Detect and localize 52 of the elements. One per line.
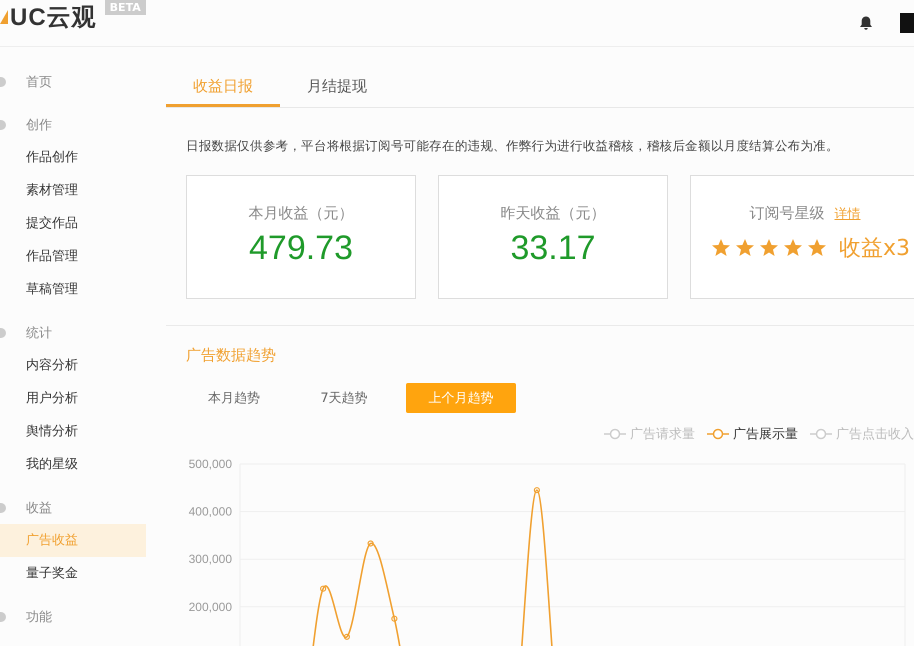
logo-text: UC云观 (10, 3, 97, 33)
sidebar-item[interactable]: 舆情分析 (0, 415, 146, 448)
data-point (320, 586, 326, 592)
star-icon (759, 238, 779, 258)
section-icon (0, 120, 6, 130)
star-icon (783, 238, 803, 258)
stat-value: 479.73 (249, 229, 353, 268)
section-icon (0, 76, 6, 86)
section-icon (0, 612, 6, 622)
sidebar-item[interactable]: 素材管理 (0, 174, 146, 207)
data-point (368, 540, 374, 547)
legend-line-icon (707, 428, 729, 440)
axis-label: 500,000 (188, 457, 232, 471)
sidebar-item[interactable]: 用户分析 (0, 382, 146, 415)
axis-label: 300,000 (188, 552, 232, 566)
sidebar-item[interactable]: 作品创作 (0, 141, 146, 174)
stat-value: 33.17 (510, 229, 596, 268)
data-point (534, 487, 540, 494)
logo-mark-icon (0, 10, 8, 24)
section-icon (0, 502, 6, 512)
section-title: 创作 (26, 116, 52, 134)
data-point (391, 616, 398, 622)
sidebar-item[interactable]: 作品管理 (0, 240, 146, 273)
tab[interactable]: 月结提现 (280, 65, 394, 107)
stat-value: 收益x3 (839, 235, 910, 263)
legend-item[interactable]: 广告展示量 (707, 425, 798, 443)
sidebar-item[interactable]: 我的星级 (0, 448, 146, 481)
period-button[interactable]: 本月趋势 (186, 383, 282, 413)
legend-line-icon (810, 428, 832, 440)
star-icon (711, 238, 731, 258)
section-title: 广告数据趋势 (186, 346, 277, 365)
section-title: 功能 (26, 608, 52, 626)
star-icon (807, 238, 827, 258)
section-title: 统计 (26, 324, 52, 342)
data-point (344, 634, 350, 640)
legend-line-icon (604, 428, 626, 440)
section-title: 首页 (26, 74, 52, 90)
notice-text: 日报数据仅供参考，平台将根据订阅号可能存在的违规、作弊行为进行收益稽核，稽核后金额以月度结算公布为准。 (186, 138, 840, 155)
stat-label: 订阅号星级 (750, 204, 824, 223)
sidebar-item[interactable]: 内容分析 (0, 349, 146, 382)
star-icon (735, 238, 755, 258)
section-icon (0, 328, 6, 338)
stat-label: 本月收益（元） (248, 204, 354, 223)
stat-label: 昨天收益（元） (500, 204, 606, 223)
period-button[interactable]: 7天趋势 (296, 383, 392, 413)
section-title: 收益 (26, 500, 52, 516)
bell-icon[interactable] (858, 15, 874, 31)
sidebar-item[interactable]: 量子奖金 (0, 557, 146, 590)
axis-label: 200,000 (188, 600, 232, 614)
sidebar-item[interactable]: 草稿管理 (0, 273, 146, 306)
axis-label: 400,000 (188, 504, 232, 519)
sidebar-item[interactable]: 提交作品 (0, 207, 146, 240)
